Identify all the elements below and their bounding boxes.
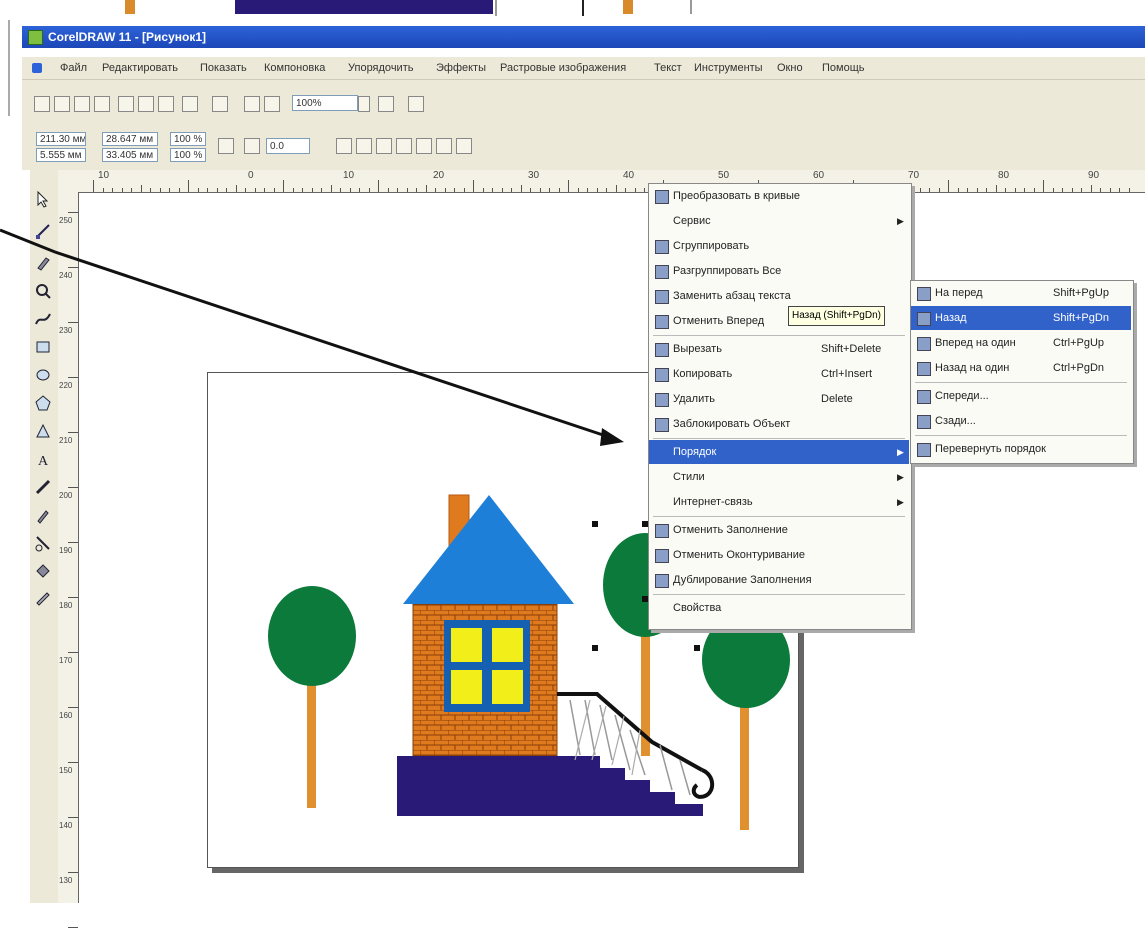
context-menu-label: Копировать — [673, 368, 733, 380]
context-menu-label: Заменить абзац текста — [673, 290, 791, 302]
right-tree[interactable] — [702, 612, 790, 830]
context-menu-label: Дублирование Заполнения — [673, 574, 812, 586]
context-menu-label: Сервис — [673, 215, 711, 227]
text-icon — [655, 290, 669, 304]
behind-icon — [917, 415, 931, 429]
context-menu-label: Свойства — [673, 602, 722, 614]
context-menu-label: Преобразовать в кривые — [673, 190, 800, 202]
context-menu-shortcut: Delete — [821, 393, 853, 405]
submenu-item[interactable]: Перевернуть порядок — [911, 437, 1131, 461]
undo-icon — [655, 315, 669, 329]
context-menu-label: Разгруппировать Все — [673, 265, 782, 277]
context-menu-item[interactable]: Интернет-связь ▶ — [649, 490, 909, 514]
menu-separator — [653, 594, 905, 595]
lock-icon — [655, 418, 669, 432]
context-menu-label: Отменить Оконтуривание — [673, 549, 805, 561]
front-icon — [917, 287, 931, 301]
menu-separator — [653, 516, 905, 517]
context-menu-item[interactable]: Удалить Delete — [649, 387, 909, 411]
duplicate-icon — [655, 574, 669, 588]
submenu-label: На перед — [935, 287, 983, 299]
submenu-label: Назад — [935, 312, 967, 324]
submenu-label: Вперед на один — [935, 337, 1016, 349]
ungroup-icon — [655, 265, 669, 279]
context-menu-item[interactable]: Стили ▶ — [649, 465, 909, 489]
menu-separator — [915, 382, 1127, 383]
context-menu-label: Отменить Вперед — [673, 315, 765, 327]
submenu-label: Сзади... — [935, 415, 976, 427]
context-menu-shortcut: Ctrl+Insert — [821, 368, 873, 380]
left-tree-trunk — [307, 680, 316, 808]
context-menu-item[interactable]: Сервис ▶ — [649, 209, 909, 233]
context-menu-label: Удалить — [673, 393, 715, 405]
context-menu-item[interactable]: Порядок ▶ — [649, 440, 909, 464]
context-menu-item[interactable]: Вырезать Shift+Delete — [649, 337, 909, 361]
context-menu-label: Вырезать — [673, 343, 722, 355]
right-tree-trunk — [740, 690, 749, 830]
context-menu-item[interactable]: Отменить Оконтуривание — [649, 543, 909, 567]
context-menu-item[interactable]: Дублирование Заполнения — [649, 568, 909, 592]
submenu-shortcut: Ctrl+PgDn — [1053, 362, 1105, 374]
left-tree-crown — [268, 586, 356, 686]
reverse-icon — [917, 443, 931, 457]
forward-one-icon — [917, 337, 931, 351]
context-menu-label: Заблокировать Объект — [673, 418, 791, 430]
context-menu-label: Интернет-связь — [673, 496, 753, 508]
back-one-icon — [917, 362, 931, 376]
tooltip: Назад (Shift+PgDn) — [788, 306, 885, 326]
copy-icon — [655, 368, 669, 382]
group-icon — [655, 240, 669, 254]
pointer-arrow — [0, 228, 624, 446]
context-menu-label: Порядок — [673, 446, 717, 458]
context-menu: Преобразовать в кривые Сервис ▶ Сгруппирова… — [648, 183, 912, 630]
context-menu-item[interactable]: Свойства — [649, 596, 909, 620]
context-menu-item[interactable]: Копировать Ctrl+Insert — [649, 362, 909, 386]
submenu-arrow-icon: ▶ — [897, 497, 904, 507]
context-menu-label: Отменить Заполнение — [673, 524, 788, 536]
context-menu-item[interactable]: Преобразовать в кривые — [649, 184, 909, 208]
context-menu-label: Стили — [673, 471, 705, 483]
submenu-shortcut: Shift+PgDn — [1053, 312, 1109, 324]
outline-icon — [655, 549, 669, 563]
context-menu-item[interactable]: Разгруппировать Все — [649, 259, 909, 283]
submenu-label: Назад на один — [935, 362, 1010, 374]
in-front-icon — [917, 390, 931, 404]
context-menu-item[interactable]: Заменить абзац текста — [649, 284, 909, 308]
submenu-item[interactable]: Назад Shift+PgDn — [911, 306, 1131, 330]
curve-icon — [655, 190, 669, 204]
back-icon — [917, 312, 931, 326]
submenu-arrow-icon: ▶ — [897, 447, 904, 457]
house-window — [444, 620, 530, 712]
submenu-label: Спереди... — [935, 390, 989, 402]
context-menu-label: Сгруппировать — [673, 240, 750, 252]
left-tree[interactable] — [268, 586, 356, 808]
submenu-shortcut: Shift+PgUp — [1053, 287, 1109, 299]
context-menu-item[interactable]: Отменить Заполнение — [649, 518, 909, 542]
submenu-label: Перевернуть порядок — [935, 443, 1046, 455]
context-menu-shortcut: Shift+Delete — [821, 343, 882, 355]
submenu-arrow-icon: ▶ — [897, 216, 904, 226]
submenu-item[interactable]: Сзади... — [911, 409, 1131, 433]
menu-separator — [915, 435, 1127, 436]
roof — [403, 495, 574, 604]
fill-icon — [655, 524, 669, 538]
submenu-item[interactable]: Назад на один Ctrl+PgDn — [911, 356, 1131, 380]
menu-separator — [653, 438, 905, 439]
submenu-item[interactable]: На перед Shift+PgUp — [911, 281, 1131, 305]
submenu-shortcut: Ctrl+PgUp — [1053, 337, 1105, 349]
submenu-arrow-icon: ▶ — [897, 472, 904, 482]
order-submenu: На перед Shift+PgUp Назад Shift+PgDn Вперед … — [910, 280, 1134, 464]
submenu-item[interactable]: Вперед на один Ctrl+PgUp — [911, 331, 1131, 355]
submenu-item[interactable]: Спереди... — [911, 384, 1131, 408]
delete-icon — [655, 393, 669, 407]
menu-separator — [653, 335, 905, 336]
cut-icon — [655, 343, 669, 357]
context-menu-item[interactable]: Сгруппировать — [649, 234, 909, 258]
context-menu-item[interactable]: Заблокировать Объект — [649, 412, 909, 436]
